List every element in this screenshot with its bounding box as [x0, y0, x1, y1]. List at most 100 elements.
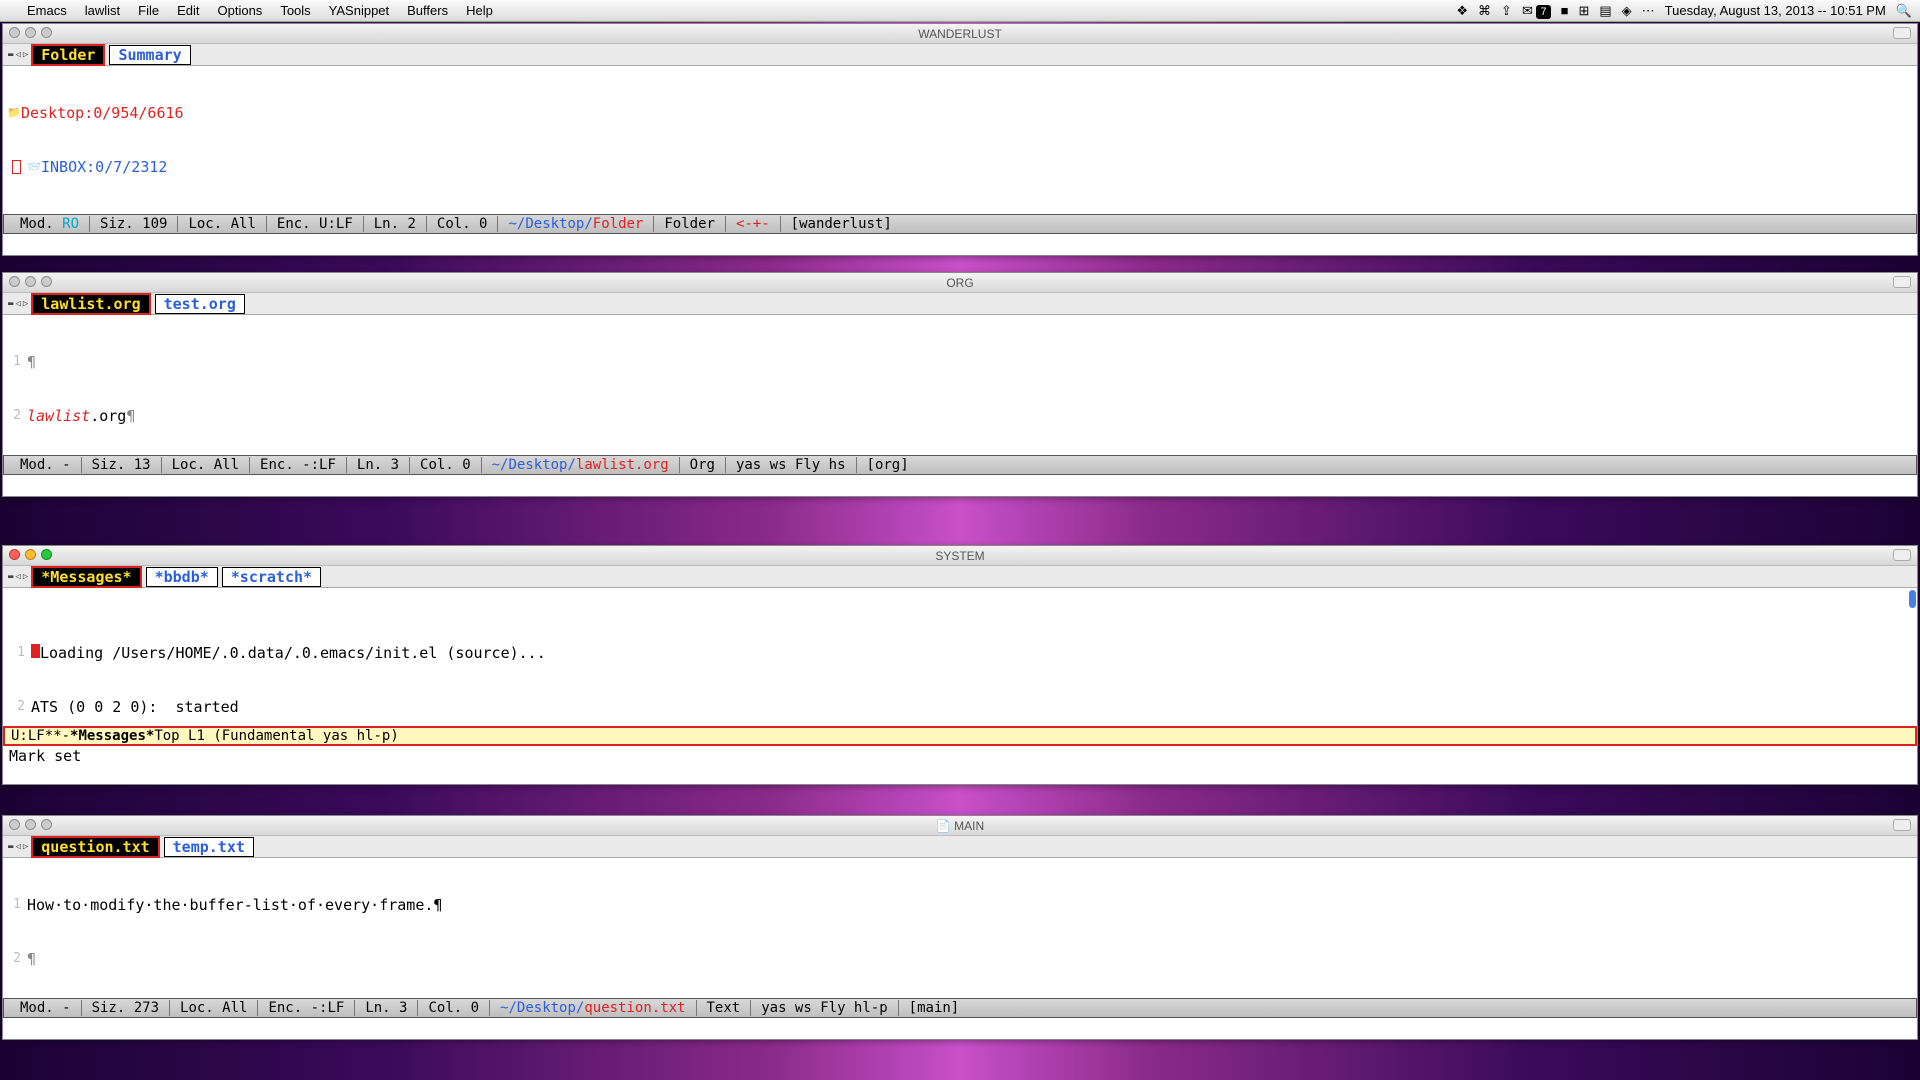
tab-test-org[interactable]: test.org: [155, 294, 245, 314]
titlebar-pill-icon[interactable]: [1893, 276, 1911, 288]
tab-scratch[interactable]: *scratch*: [222, 567, 321, 587]
tabbar-left-icon[interactable]: ▬: [8, 842, 13, 852]
tab-question-txt[interactable]: question.txt: [31, 836, 159, 858]
tabbar-next-icon[interactable]: ▷: [23, 842, 28, 852]
titlebar[interactable]: 📄 MAIN: [3, 816, 1917, 836]
mail-status-icon[interactable]: ✉ 7: [1522, 3, 1551, 19]
modeline-active[interactable]: U:LF**- *Messages* Top L1 (Fundamental y…: [3, 726, 1917, 746]
folder-icon[interactable]: 📨: [27, 212, 41, 214]
zoom-button[interactable]: [41, 549, 52, 560]
ml-line: Ln. 2: [364, 216, 427, 232]
tabbar-prev-icon[interactable]: ◁: [15, 50, 20, 60]
frame-system: SYSTEM ▬ ◁ ▷ *Messages* *bbdb* *scratch*…: [2, 545, 1918, 785]
buffer-area[interactable]: 1Loading /Users/HOME/.0.data/.0.emacs/in…: [3, 588, 1917, 726]
menu-lawlist[interactable]: lawlist: [85, 3, 120, 18]
modeline[interactable]: Mod. - Siz. 273 Loc. All Enc. -:LF Ln. 3…: [3, 998, 1917, 1018]
buffer-area[interactable]: 1How·to·modify·the·buffer-list·of·every·…: [3, 858, 1917, 998]
close-button[interactable]: [9, 549, 20, 560]
wifi-icon[interactable]: ◈: [1622, 3, 1632, 19]
menu-buffers[interactable]: Buffers: [407, 3, 448, 18]
buffer-text: lawlist.org¶: [27, 407, 135, 425]
ml-line: Ln. 3: [347, 457, 410, 473]
folder-desktop[interactable]: Desktop:0/954/6616: [21, 104, 184, 122]
menu-yasnippet[interactable]: YASnippet: [329, 3, 389, 18]
buffer-area[interactable]: 📁Desktop:0/954/6616 📨INBOX:0/7/2312 📨SEN…: [3, 66, 1917, 214]
modeline[interactable]: Mod. - Siz. 13 Loc. All Enc. -:LF Ln. 3 …: [3, 455, 1917, 475]
tabbar-left-icon[interactable]: ▬: [8, 572, 13, 582]
scrollbar-thumb[interactable]: [1909, 590, 1916, 608]
tab-bbdb[interactable]: *bbdb*: [146, 567, 218, 587]
minimize-button[interactable]: [25, 819, 36, 830]
titlebar-pill-icon[interactable]: [1893, 549, 1911, 561]
folder-icon[interactable]: 📁: [7, 104, 21, 122]
tabbar-next-icon[interactable]: ▷: [23, 299, 28, 309]
close-button[interactable]: [9, 276, 20, 287]
status-icon[interactable]: ❖: [1456, 3, 1468, 19]
titlebar-pill-icon[interactable]: [1893, 27, 1911, 39]
status-icon[interactable]: ▤: [1599, 3, 1611, 19]
close-button[interactable]: [9, 819, 20, 830]
buffer-text: Loading /Users/HOME/.0.data/.0.emacs/ini…: [31, 644, 546, 662]
menubar-clock[interactable]: Tuesday, August 13, 2013 -- 10:51 PM: [1665, 3, 1886, 18]
line-number: 2: [7, 407, 27, 425]
frame-title: WANDERLUST: [918, 27, 1002, 41]
tabbar-prev-icon[interactable]: ◁: [15, 299, 20, 309]
zoom-button[interactable]: [41, 819, 52, 830]
menu-emacs[interactable]: Emacs: [27, 3, 67, 18]
titlebar[interactable]: WANDERLUST: [3, 24, 1917, 44]
folder-inbox[interactable]: INBOX:0/7/2312: [41, 158, 167, 176]
titlebar[interactable]: SYSTEM: [3, 546, 1917, 566]
line-number: 2: [7, 950, 27, 968]
menu-file[interactable]: File: [138, 3, 159, 18]
ml-minor: [main]: [899, 1000, 970, 1016]
spotlight-icon[interactable]: 🔍: [1896, 3, 1912, 19]
ml-flags: yas ws Fly hs: [726, 457, 857, 473]
folder-sent[interactable]: SENT:0/0/3343: [41, 212, 158, 214]
ml-position: Top L1 (Fundamental yas hl-p): [154, 728, 398, 744]
buffer-area[interactable]: 1¶ 2lawlist.org¶: [3, 315, 1917, 455]
status-icon[interactable]: ■: [1561, 3, 1569, 18]
echo-area: Mark set: [3, 746, 1917, 766]
menu-edit[interactable]: Edit: [177, 3, 199, 18]
ml-path: ~/Desktop/Folder: [498, 216, 654, 232]
cursor-fringe-icon: [12, 160, 21, 174]
buffer-text: How·to·modify·the·buffer-list·of·every·f…: [27, 896, 442, 914]
tab-temp-txt[interactable]: temp.txt: [164, 837, 254, 857]
status-icon[interactable]: ⊞: [1578, 3, 1589, 19]
tabbar-left-icon[interactable]: ▬: [8, 50, 13, 60]
minimize-button[interactable]: [25, 27, 36, 38]
folder-icon[interactable]: 📨: [27, 158, 41, 176]
tab-folder[interactable]: Folder: [31, 44, 105, 66]
close-button[interactable]: [9, 27, 20, 38]
tabbar-prev-icon[interactable]: ◁: [15, 572, 20, 582]
status-icon[interactable]: ⇪: [1501, 3, 1512, 19]
zoom-button[interactable]: [41, 27, 52, 38]
menu-tools[interactable]: Tools: [280, 3, 310, 18]
menu-options[interactable]: Options: [218, 3, 263, 18]
tab-lawlist-org[interactable]: lawlist.org: [31, 293, 150, 315]
ml-path: ~/Desktop/lawlist.org: [482, 457, 680, 473]
minimize-button[interactable]: [25, 549, 36, 560]
tabbar-next-icon[interactable]: ▷: [23, 572, 28, 582]
titlebar-pill-icon[interactable]: [1893, 819, 1911, 831]
ml-size: Siz. 13: [82, 457, 162, 473]
menu-help[interactable]: Help: [466, 3, 493, 18]
titlebar[interactable]: ORG: [3, 273, 1917, 293]
modeline[interactable]: Mod. RO Siz. 109 Loc. All Enc. U:LF Ln. …: [3, 214, 1917, 234]
ml-mod: Mod. -: [10, 457, 82, 473]
mail-count-badge: 7: [1536, 5, 1550, 19]
frame-title: SYSTEM: [935, 549, 984, 563]
zoom-button[interactable]: [41, 276, 52, 287]
tabbar-left-icon[interactable]: ▬: [8, 299, 13, 309]
ml-enc: Enc. -:LF: [258, 1000, 355, 1016]
status-icon[interactable]: ⌘: [1478, 3, 1491, 19]
echo-area: [3, 1018, 1917, 1038]
tab-summary[interactable]: Summary: [109, 45, 190, 65]
minimize-button[interactable]: [25, 276, 36, 287]
tab-messages[interactable]: *Messages*: [31, 566, 141, 588]
tabbar-prev-icon[interactable]: ◁: [15, 842, 20, 852]
ml-buffer-name: *Messages*: [70, 728, 154, 744]
status-icon[interactable]: ⋯: [1642, 3, 1655, 19]
tabbar-next-icon[interactable]: ▷: [23, 50, 28, 60]
tabbar: ▬ ◁ ▷ lawlist.org test.org: [3, 293, 1917, 315]
